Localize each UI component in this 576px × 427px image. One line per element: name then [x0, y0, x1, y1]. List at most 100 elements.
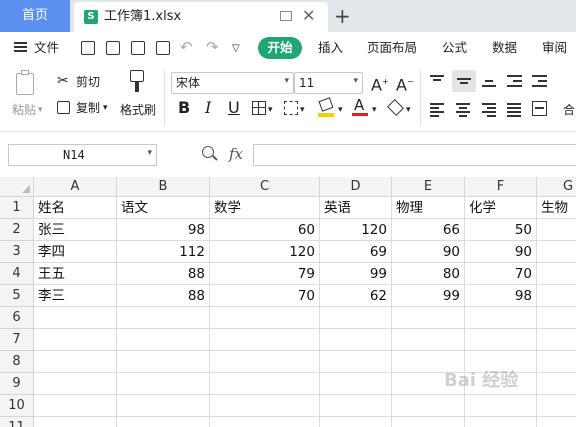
empty-cell[interactable] [392, 395, 465, 417]
empty-cell[interactable] [537, 395, 576, 417]
formula-input[interactable] [253, 144, 576, 166]
cell-style-icon[interactable] [284, 101, 298, 115]
score-cell[interactable]: 79 [210, 263, 320, 285]
italic-button[interactable]: I [205, 99, 211, 117]
decrease-indent-icon[interactable] [507, 74, 523, 88]
row-header-4[interactable]: 4 [0, 263, 34, 285]
redo-icon[interactable]: ↷ [206, 38, 219, 56]
paste-button[interactable] [14, 70, 36, 96]
font-color-icon[interactable]: A [352, 97, 368, 117]
empty-cell[interactable] [465, 395, 537, 417]
empty-cell[interactable] [210, 307, 320, 329]
header-cell[interactable]: 姓名 [34, 197, 117, 219]
hamburger-menu-icon[interactable] [14, 41, 28, 53]
score-cell[interactable]: 99 [392, 285, 465, 307]
header-cell[interactable]: 物理 [392, 197, 465, 219]
empty-cell[interactable] [210, 395, 320, 417]
empty-cell[interactable] [465, 329, 537, 351]
tab-formulas[interactable]: 公式 [442, 39, 467, 57]
empty-cell[interactable] [465, 307, 537, 329]
empty-cell[interactable] [537, 373, 576, 395]
distribute-icon[interactable] [532, 101, 547, 116]
header-cell[interactable]: 生物 [537, 197, 576, 219]
tab-page-layout[interactable]: 页面布局 [367, 39, 417, 57]
fill-color-icon[interactable] [318, 97, 334, 117]
align-top-icon[interactable] [430, 74, 446, 88]
row-header-10[interactable]: 10 [0, 395, 34, 417]
decrease-font-icon[interactable]: A− [396, 73, 414, 94]
align-right-icon[interactable] [482, 102, 498, 117]
empty-cell[interactable] [117, 307, 210, 329]
score-cell[interactable]: 120 [320, 219, 392, 241]
cell-style-dropdown-icon[interactable]: ▾ [300, 102, 305, 118]
column-header-g[interactable]: G [537, 177, 576, 197]
score-cell[interactable]: 99 [320, 263, 392, 285]
quick-access-dropdown-icon[interactable]: ▽ [232, 40, 240, 58]
column-header-a[interactable]: A [34, 177, 117, 197]
close-tab-icon[interactable]: ✕ [302, 6, 315, 26]
justify-icon[interactable] [507, 102, 523, 117]
font-name-select[interactable]: 宋体 ▾ [171, 72, 294, 94]
row-header-9[interactable]: 9 [0, 373, 34, 395]
print-preview-icon[interactable] [156, 41, 170, 55]
empty-cell[interactable] [320, 373, 392, 395]
increase-indent-icon[interactable] [532, 74, 548, 88]
cut-button[interactable]: 剪切 [76, 74, 100, 90]
score-cell[interactable]: 50 [465, 219, 537, 241]
score-cell[interactable]: 70 [465, 263, 537, 285]
score-cell[interactable]: 98 [117, 219, 210, 241]
undo-icon[interactable]: ↶ [180, 38, 193, 56]
name-cell[interactable]: 李四 [34, 241, 117, 263]
copy-button[interactable]: 复制 [76, 100, 100, 116]
save-icon[interactable] [81, 41, 95, 55]
borders-dropdown-icon[interactable]: ▾ [268, 102, 273, 118]
name-cell[interactable]: 王五 [34, 263, 117, 285]
empty-cell[interactable] [320, 351, 392, 373]
empty-cell[interactable] [537, 351, 576, 373]
copy-dropdown-icon[interactable]: ▾ [103, 100, 108, 116]
empty-cell[interactable] [34, 307, 117, 329]
clear-format-icon[interactable] [387, 99, 404, 116]
row-header-3[interactable]: 3 [0, 241, 34, 263]
select-all-corner[interactable] [0, 177, 34, 197]
score-cell[interactable] [537, 241, 576, 263]
tab-start[interactable]: 开始 [258, 37, 302, 59]
insert-function-icon[interactable]: fx [229, 145, 243, 163]
home-tab[interactable]: 首页 [0, 0, 70, 32]
empty-cell[interactable] [320, 417, 392, 427]
score-cell[interactable] [537, 219, 576, 241]
align-bottom-icon[interactable] [482, 74, 498, 88]
format-painter-button[interactable]: 格式刷 [120, 102, 156, 118]
empty-cell[interactable] [465, 417, 537, 427]
paste-label[interactable]: 粘贴 [12, 102, 36, 118]
format-painter-icon[interactable] [130, 70, 144, 92]
font-size-select[interactable]: 11 ▾ [294, 72, 363, 94]
document-tab[interactable]: S 工作簿1.xlsx ✕ [74, 2, 328, 32]
clear-dropdown-icon[interactable]: ▾ [406, 102, 411, 118]
empty-cell[interactable] [117, 417, 210, 427]
bold-button[interactable]: B [178, 99, 190, 117]
score-cell[interactable]: 98 [465, 285, 537, 307]
underline-button[interactable]: U [228, 99, 240, 117]
empty-cell[interactable] [392, 329, 465, 351]
row-header-8[interactable]: 8 [0, 351, 34, 373]
print-icon[interactable] [131, 41, 145, 55]
font-color-dropdown-icon[interactable]: ▾ [372, 102, 377, 118]
column-header-d[interactable]: D [320, 177, 392, 197]
empty-cell[interactable] [210, 373, 320, 395]
empty-cell[interactable] [320, 307, 392, 329]
score-cell[interactable]: 70 [210, 285, 320, 307]
column-header-b[interactable]: B [117, 177, 210, 197]
header-cell[interactable]: 语文 [117, 197, 210, 219]
score-cell[interactable] [537, 263, 576, 285]
empty-cell[interactable] [210, 329, 320, 351]
empty-cell[interactable] [537, 307, 576, 329]
empty-cell[interactable] [117, 351, 210, 373]
score-cell[interactable]: 120 [210, 241, 320, 263]
column-header-c[interactable]: C [210, 177, 320, 197]
empty-cell[interactable] [537, 329, 576, 351]
row-header-5[interactable]: 5 [0, 285, 34, 307]
row-header-6[interactable]: 6 [0, 307, 34, 329]
score-cell[interactable]: 62 [320, 285, 392, 307]
empty-cell[interactable] [320, 329, 392, 351]
